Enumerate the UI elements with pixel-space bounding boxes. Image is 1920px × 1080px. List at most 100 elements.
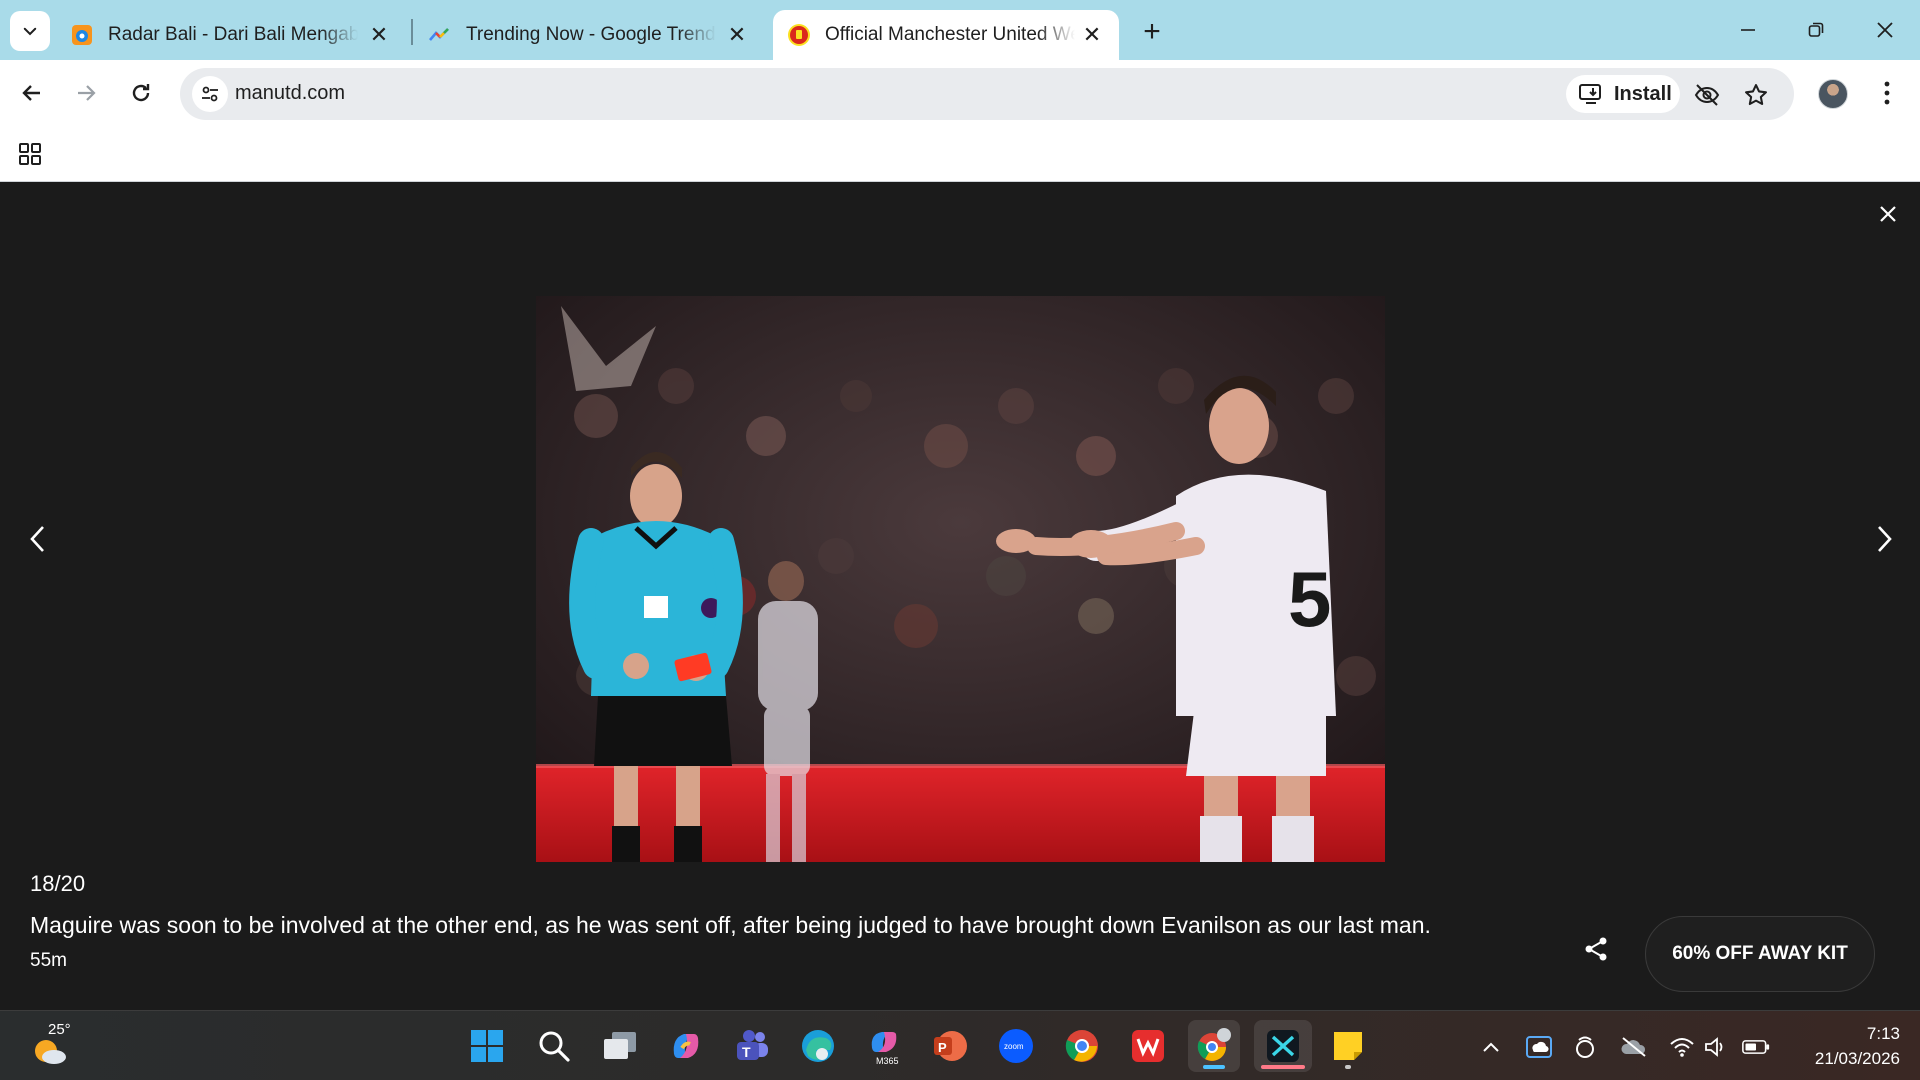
system-clock[interactable]: 7:13 21/03/2026 — [1790, 1021, 1900, 1071]
running-indicator — [1345, 1065, 1351, 1069]
svg-text:P: P — [938, 1040, 947, 1055]
browser-menu-button[interactable] — [1872, 75, 1902, 111]
match-photo-illustration: 5 — [536, 296, 1385, 862]
new-tab-button[interactable]: + — [1134, 14, 1170, 50]
weather-widget[interactable]: 25° — [30, 1021, 90, 1071]
share-button[interactable] — [1574, 927, 1618, 971]
tray-onedrive-paused[interactable] — [1620, 1033, 1648, 1061]
show-hidden-icons-button[interactable] — [1477, 1033, 1505, 1061]
gallery-photo: 5 — [536, 296, 1385, 862]
slide-counter: 18/20 — [30, 871, 86, 896]
tray-volume[interactable] — [1702, 1033, 1730, 1061]
profile-avatar[interactable] — [1818, 79, 1848, 109]
chrome-icon — [1065, 1030, 1098, 1062]
forward-button[interactable] — [66, 73, 106, 113]
taskbar-edge[interactable] — [792, 1020, 844, 1072]
lightbox-close-button[interactable] — [1872, 198, 1904, 230]
volume-icon — [1705, 1037, 1723, 1057]
promo-away-kit-button[interactable]: 60% OFF AWAY KIT — [1645, 916, 1875, 992]
chrome-profile-icon — [1197, 1028, 1231, 1061]
reload-button[interactable] — [121, 73, 161, 113]
promo-label: 60% OFF AWAY KIT — [1672, 943, 1848, 964]
windows-taskbar: 25° T M365 P zoom 7:13 21/03/2026 — [0, 1010, 1920, 1080]
tab-title: Radar Bali - Dari Bali Mengabarkan — [108, 24, 358, 45]
close-icon — [1877, 22, 1893, 38]
close-icon[interactable]: ✕ — [724, 22, 750, 48]
minimize-button[interactable] — [1718, 8, 1778, 52]
close-window-button[interactable] — [1855, 8, 1915, 52]
close-icon[interactable]: ✕ — [366, 22, 392, 48]
task-view-icon — [604, 1032, 636, 1059]
install-app-button[interactable]: Install — [1566, 75, 1680, 113]
browser-toolbar: manutd.com Install — [0, 60, 1920, 126]
edge-icon — [802, 1030, 834, 1062]
apps-grid-icon — [19, 143, 41, 165]
tracking-protection-button[interactable] — [1692, 80, 1722, 110]
address-bar[interactable]: manutd.com Install — [180, 68, 1794, 120]
tab-manutd[interactable]: Official Manchester United Website ✕ — [773, 10, 1119, 60]
m365-icon: M365 — [871, 1032, 899, 1066]
chevron-left-icon — [30, 526, 44, 552]
taskbar-sticky-notes[interactable] — [1322, 1020, 1374, 1072]
taskbar-wps[interactable] — [1122, 1020, 1174, 1072]
taskbar-copilot[interactable] — [660, 1020, 712, 1072]
plus-icon: + — [1143, 15, 1161, 48]
taskbar-chrome[interactable] — [1056, 1020, 1108, 1072]
photo-timestamp: 55m — [30, 950, 67, 971]
powerpoint-icon: P — [934, 1031, 967, 1061]
active-indicator — [1261, 1065, 1305, 1069]
bookmark-star-button[interactable] — [1741, 80, 1771, 110]
previous-image-button[interactable] — [18, 509, 58, 569]
taskbar-powerpoint[interactable]: P — [924, 1020, 976, 1072]
tray-battery[interactable] — [1742, 1033, 1770, 1061]
tab-radar-bali[interactable]: Radar Bali - Dari Bali Mengabarkan ✕ — [56, 10, 406, 60]
taskbar-chrome-profile[interactable] — [1188, 1020, 1240, 1072]
tab-google-trends[interactable]: Trending Now - Google Trends ✕ — [414, 10, 764, 60]
close-icon[interactable]: ✕ — [1079, 22, 1105, 48]
restore-button[interactable] — [1786, 8, 1846, 52]
tray-wifi[interactable] — [1668, 1033, 1696, 1061]
google-trends-icon — [428, 23, 452, 47]
taskbar-zoom[interactable]: zoom — [990, 1020, 1042, 1072]
svg-text:T: T — [742, 1044, 751, 1060]
tab-search-button[interactable] — [10, 11, 50, 51]
tray-tile[interactable] — [1571, 1033, 1599, 1061]
weather-temp: 25° — [48, 1021, 71, 1038]
svg-text:5: 5 — [1288, 555, 1331, 643]
url-text[interactable]: manutd.com — [235, 82, 345, 105]
cloud-off-icon — [1621, 1037, 1646, 1057]
svg-text:M365: M365 — [876, 1056, 899, 1066]
install-label: Install — [1614, 82, 1672, 105]
apps-button[interactable] — [14, 138, 46, 170]
tab-title: Trending Now - Google Trends — [466, 24, 716, 45]
taskbar-task-view[interactable] — [594, 1020, 646, 1072]
install-icon — [1579, 84, 1601, 104]
back-button[interactable] — [12, 73, 52, 113]
wps-icon — [1132, 1030, 1164, 1062]
next-image-button[interactable] — [1864, 509, 1904, 569]
minimize-icon — [1741, 29, 1755, 31]
tab-title: Official Manchester United Website — [825, 24, 1075, 45]
taskbar-start[interactable] — [461, 1020, 513, 1072]
teams-icon: T — [737, 1030, 768, 1060]
clock-date: 21/03/2026 — [1814, 1049, 1900, 1068]
radar-bali-icon — [70, 23, 94, 47]
svg-text:zoom: zoom — [1004, 1042, 1024, 1051]
tray-cloud-sync[interactable] — [1525, 1033, 1553, 1061]
wifi-icon — [1670, 1038, 1694, 1057]
chevron-right-icon — [1878, 526, 1892, 552]
copilot-icon — [673, 1034, 699, 1058]
site-info-button[interactable] — [192, 76, 228, 112]
sticky-notes-icon — [1334, 1032, 1362, 1060]
clock-time: 7:13 — [1866, 1024, 1900, 1043]
taskbar-m365[interactable]: M365 — [858, 1020, 910, 1072]
taskbar-teams[interactable]: T — [726, 1020, 778, 1072]
tune-icon — [202, 86, 218, 102]
taskbar-search[interactable] — [528, 1020, 580, 1072]
close-icon — [1880, 206, 1896, 222]
arrow-right-icon — [78, 85, 96, 101]
taskbar-capcut[interactable] — [1254, 1020, 1312, 1072]
chevron-down-icon — [23, 27, 37, 36]
gallery-lightbox: 5 18/20 Maguire was soon to be involved … — [0, 183, 1920, 1010]
tile-tracker-icon — [1576, 1036, 1594, 1058]
